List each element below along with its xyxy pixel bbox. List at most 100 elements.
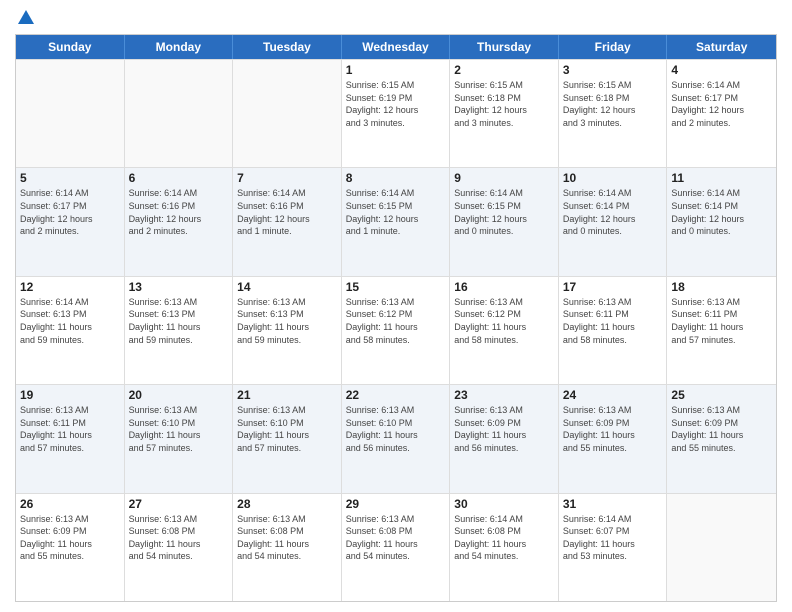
cell-day-number: 21 [237, 388, 337, 402]
cell-day-number: 31 [563, 497, 663, 511]
cell-day-number: 18 [671, 280, 772, 294]
day-header-thursday: Thursday [450, 35, 559, 59]
calendar-cell: 11 Sunrise: 6:14 AMSunset: 6:14 PMDayligh… [667, 168, 776, 275]
calendar-cell: 5 Sunrise: 6:14 AMSunset: 6:17 PMDaylight… [16, 168, 125, 275]
calendar-cell: 26 Sunrise: 6:13 AMSunset: 6:09 PMDayligh… [16, 494, 125, 601]
cell-day-number: 16 [454, 280, 554, 294]
calendar-row: 5 Sunrise: 6:14 AMSunset: 6:17 PMDaylight… [16, 167, 776, 275]
calendar-row: 1 Sunrise: 6:15 AMSunset: 6:19 PMDaylight… [16, 59, 776, 167]
calendar-cell: 6 Sunrise: 6:14 AMSunset: 6:16 PMDaylight… [125, 168, 234, 275]
cell-day-number: 1 [346, 63, 446, 77]
cell-info: Sunrise: 6:13 AMSunset: 6:11 PMDaylight:… [563, 296, 663, 346]
cell-info: Sunrise: 6:13 AMSunset: 6:08 PMDaylight:… [129, 513, 229, 563]
cell-info: Sunrise: 6:15 AMSunset: 6:19 PMDaylight:… [346, 79, 446, 129]
cell-info: Sunrise: 6:13 AMSunset: 6:13 PMDaylight:… [129, 296, 229, 346]
cell-info: Sunrise: 6:14 AMSunset: 6:14 PMDaylight:… [671, 187, 772, 237]
calendar-cell [233, 60, 342, 167]
calendar-cell: 21 Sunrise: 6:13 AMSunset: 6:10 PMDayligh… [233, 385, 342, 492]
calendar-cell: 18 Sunrise: 6:13 AMSunset: 6:11 PMDayligh… [667, 277, 776, 384]
cell-info: Sunrise: 6:14 AMSunset: 6:16 PMDaylight:… [129, 187, 229, 237]
cell-day-number: 11 [671, 171, 772, 185]
calendar-cell: 29 Sunrise: 6:13 AMSunset: 6:08 PMDayligh… [342, 494, 451, 601]
cell-info: Sunrise: 6:14 AMSunset: 6:16 PMDaylight:… [237, 187, 337, 237]
calendar-cell: 31 Sunrise: 6:14 AMSunset: 6:07 PMDayligh… [559, 494, 668, 601]
day-header-tuesday: Tuesday [233, 35, 342, 59]
cell-day-number: 20 [129, 388, 229, 402]
cell-day-number: 4 [671, 63, 772, 77]
cell-info: Sunrise: 6:13 AMSunset: 6:13 PMDaylight:… [237, 296, 337, 346]
calendar-body: 1 Sunrise: 6:15 AMSunset: 6:19 PMDaylight… [16, 59, 776, 601]
cell-info: Sunrise: 6:13 AMSunset: 6:08 PMDaylight:… [346, 513, 446, 563]
logo [15, 10, 34, 26]
cell-day-number: 27 [129, 497, 229, 511]
calendar-cell: 9 Sunrise: 6:14 AMSunset: 6:15 PMDaylight… [450, 168, 559, 275]
cell-info: Sunrise: 6:14 AMSunset: 6:17 PMDaylight:… [20, 187, 120, 237]
calendar-cell: 7 Sunrise: 6:14 AMSunset: 6:16 PMDaylight… [233, 168, 342, 275]
cell-day-number: 7 [237, 171, 337, 185]
calendar-cell: 14 Sunrise: 6:13 AMSunset: 6:13 PMDayligh… [233, 277, 342, 384]
calendar-row: 19 Sunrise: 6:13 AMSunset: 6:11 PMDayligh… [16, 384, 776, 492]
cell-info: Sunrise: 6:14 AMSunset: 6:15 PMDaylight:… [346, 187, 446, 237]
cell-info: Sunrise: 6:14 AMSunset: 6:13 PMDaylight:… [20, 296, 120, 346]
cell-info: Sunrise: 6:14 AMSunset: 6:08 PMDaylight:… [454, 513, 554, 563]
cell-day-number: 23 [454, 388, 554, 402]
cell-info: Sunrise: 6:13 AMSunset: 6:09 PMDaylight:… [20, 513, 120, 563]
cell-day-number: 3 [563, 63, 663, 77]
cell-info: Sunrise: 6:13 AMSunset: 6:09 PMDaylight:… [671, 404, 772, 454]
calendar-cell: 17 Sunrise: 6:13 AMSunset: 6:11 PMDayligh… [559, 277, 668, 384]
cell-day-number: 12 [20, 280, 120, 294]
cell-info: Sunrise: 6:13 AMSunset: 6:10 PMDaylight:… [237, 404, 337, 454]
calendar-cell [667, 494, 776, 601]
cell-info: Sunrise: 6:15 AMSunset: 6:18 PMDaylight:… [454, 79, 554, 129]
cell-info: Sunrise: 6:14 AMSunset: 6:15 PMDaylight:… [454, 187, 554, 237]
cell-info: Sunrise: 6:13 AMSunset: 6:11 PMDaylight:… [671, 296, 772, 346]
calendar: SundayMondayTuesdayWednesdayThursdayFrid… [15, 34, 777, 602]
cell-info: Sunrise: 6:14 AMSunset: 6:07 PMDaylight:… [563, 513, 663, 563]
cell-day-number: 14 [237, 280, 337, 294]
calendar-cell: 28Sunrise: 6:13 AMSunset: 6:08 PMDayligh… [233, 494, 342, 601]
day-header-friday: Friday [559, 35, 668, 59]
calendar-cell: 3 Sunrise: 6:15 AMSunset: 6:18 PMDaylight… [559, 60, 668, 167]
day-header-saturday: Saturday [667, 35, 776, 59]
day-headers: SundayMondayTuesdayWednesdayThursdayFrid… [16, 35, 776, 59]
cell-day-number: 2 [454, 63, 554, 77]
cell-info: Sunrise: 6:13 AMSunset: 6:12 PMDaylight:… [346, 296, 446, 346]
cell-day-number: 8 [346, 171, 446, 185]
cell-day-number: 19 [20, 388, 120, 402]
calendar-cell [125, 60, 234, 167]
page: SundayMondayTuesdayWednesdayThursdayFrid… [0, 0, 792, 612]
cell-info: Sunrise: 6:13 AMSunset: 6:11 PMDaylight:… [20, 404, 120, 454]
cell-info: Sunrise: 6:13 AMSunset: 6:10 PMDaylight:… [346, 404, 446, 454]
calendar-cell: 12 Sunrise: 6:14 AMSunset: 6:13 PMDayligh… [16, 277, 125, 384]
cell-day-number: 6 [129, 171, 229, 185]
cell-day-number: 17 [563, 280, 663, 294]
cell-day-number: 9 [454, 171, 554, 185]
calendar-cell: 4 Sunrise: 6:14 AMSunset: 6:17 PMDaylight… [667, 60, 776, 167]
cell-info: Sunrise: 6:14 AMSunset: 6:17 PMDaylight:… [671, 79, 772, 129]
cell-day-number: 26 [20, 497, 120, 511]
cell-day-number: 13 [129, 280, 229, 294]
calendar-cell: 1 Sunrise: 6:15 AMSunset: 6:19 PMDaylight… [342, 60, 451, 167]
cell-info: Sunrise: 6:13 AMSunset: 6:09 PMDaylight:… [454, 404, 554, 454]
calendar-cell: 15 Sunrise: 6:13 AMSunset: 6:12 PMDayligh… [342, 277, 451, 384]
day-header-wednesday: Wednesday [342, 35, 451, 59]
calendar-cell: 22 Sunrise: 6:13 AMSunset: 6:10 PMDayligh… [342, 385, 451, 492]
calendar-cell: 27 Sunrise: 6:13 AMSunset: 6:08 PMDayligh… [125, 494, 234, 601]
calendar-cell: 24Sunrise: 6:13 AMSunset: 6:09 PMDayligh… [559, 385, 668, 492]
calendar-cell: 23 Sunrise: 6:13 AMSunset: 6:09 PMDayligh… [450, 385, 559, 492]
calendar-cell: 25Sunrise: 6:13 AMSunset: 6:09 PMDayligh… [667, 385, 776, 492]
calendar-cell: 8 Sunrise: 6:14 AMSunset: 6:15 PMDaylight… [342, 168, 451, 275]
cell-day-number: 22 [346, 388, 446, 402]
cell-info: Sunrise: 6:13 AMSunset: 6:12 PMDaylight:… [454, 296, 554, 346]
calendar-row: 12 Sunrise: 6:14 AMSunset: 6:13 PMDayligh… [16, 276, 776, 384]
cell-day-number: 10 [563, 171, 663, 185]
cell-info: Sunrise: 6:15 AMSunset: 6:18 PMDaylight:… [563, 79, 663, 129]
cell-day-number: 15 [346, 280, 446, 294]
cell-info: Sunrise: 6:13 AMSunset: 6:09 PMDaylight:… [563, 404, 663, 454]
calendar-cell: 2 Sunrise: 6:15 AMSunset: 6:18 PMDaylight… [450, 60, 559, 167]
cell-info: Sunrise: 6:13 AMSunset: 6:08 PMDaylight:… [237, 513, 337, 563]
cell-day-number: 5 [20, 171, 120, 185]
header [15, 10, 777, 26]
calendar-cell: 20Sunrise: 6:13 AMSunset: 6:10 PMDayligh… [125, 385, 234, 492]
cell-day-number: 29 [346, 497, 446, 511]
